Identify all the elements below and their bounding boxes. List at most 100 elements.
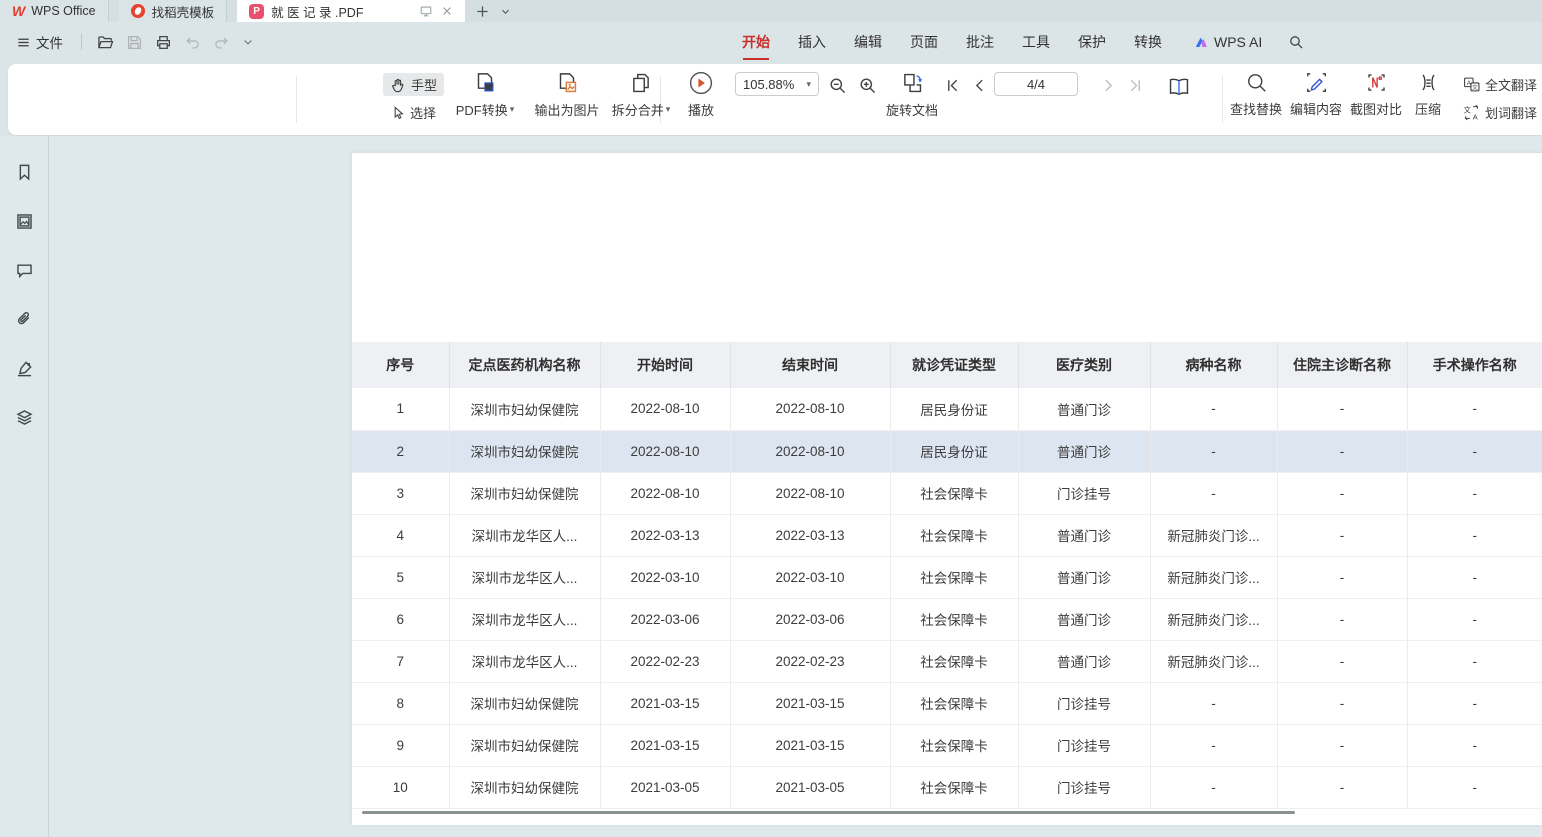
cursor-icon [390,105,405,120]
layers-panel-icon[interactable] [12,405,37,430]
comments-panel-icon[interactable] [12,258,37,283]
table-cell: 社会保障卡 [890,472,1018,514]
open-file-icon[interactable] [94,31,117,54]
col-header-main-diagnosis: 住院主诊断名称 [1277,342,1407,388]
menu-tab-edit[interactable]: 编辑 [847,28,889,56]
menu-search-icon[interactable] [1288,34,1304,50]
menu-tab-page[interactable]: 页面 [903,28,945,56]
table-cell: 深圳市妇幼保健院 [449,766,600,808]
col-header-disease-name: 病种名称 [1150,342,1277,388]
table-cell: - [1407,388,1542,430]
rotate-document-label: 旋转文档 [886,100,938,119]
table-cell: - [1407,640,1542,682]
menu-tab-home[interactable]: 开始 [735,28,777,56]
table-cell: - [1277,472,1407,514]
col-header-credential-type: 就诊凭证类型 [890,342,1018,388]
page-number-input[interactable] [994,72,1078,96]
tab-list-chevron-icon[interactable] [500,6,511,17]
select-tool-button[interactable]: 选择 [383,101,443,124]
table-row: 5深圳市龙华区人...2022-03-102022-03-10社会保障卡普通门诊… [352,556,1542,598]
zoom-out-button[interactable] [826,74,849,97]
table-row: 4深圳市龙华区人...2022-03-132022-03-13社会保障卡普通门诊… [352,514,1542,556]
wps-ai-button[interactable]: WPS AI [1193,34,1262,50]
table-cell: 居民身份证 [890,430,1018,472]
first-page-button[interactable] [942,75,963,96]
table-cell: - [1277,598,1407,640]
table-cell: 居民身份证 [890,388,1018,430]
docer-logo-icon [131,4,145,18]
table-cell: 社会保障卡 [890,682,1018,724]
split-merge-button[interactable]: 拆分合并▾ [602,70,680,119]
svg-text:W: W [486,84,493,92]
undo-icon[interactable] [181,31,204,54]
col-header-start-time: 开始时间 [600,342,730,388]
table-cell: 门诊挂号 [1018,682,1150,724]
file-menu-button[interactable]: 文件 [10,29,69,55]
previous-page-button[interactable] [969,75,990,96]
rotate-document-button[interactable]: 旋转文档 [880,70,944,119]
table-cell: 2022-03-13 [730,514,890,556]
table-cell: 7 [352,640,449,682]
table-cell: 社会保障卡 [890,556,1018,598]
tab-wps-office[interactable]: W WPS Office [0,0,109,22]
divider [296,76,297,123]
table-cell: 深圳市妇幼保健院 [449,388,600,430]
attachments-panel-icon[interactable] [12,307,37,332]
screenshot-compare-button[interactable]: 截图对比 [1348,70,1404,118]
tab-medical-record-pdf[interactable]: P 就 医 记 录 .PDF [237,0,465,22]
pdf-convert-button[interactable]: W PDF转换▾ [446,70,524,119]
find-replace-button[interactable]: 查找替换 [1228,70,1284,118]
menu-tab-tools[interactable]: 工具 [1015,28,1057,56]
next-page-button[interactable] [1098,75,1119,96]
select-tool-label: 选择 [410,103,436,122]
edit-content-button[interactable]: 编辑内容 [1288,70,1344,118]
table-cell: 2021-03-15 [600,682,730,724]
table-cell: 2022-03-10 [600,556,730,598]
zoom-value: 105.88% [743,77,794,92]
new-tab-button[interactable] [475,4,490,19]
save-icon[interactable] [123,31,146,54]
table-cell: 2 [352,430,449,472]
table-cell: 2022-02-23 [600,640,730,682]
table-cell: 2022-08-10 [730,430,890,472]
table-cell: 门诊挂号 [1018,472,1150,514]
file-menu-label: 文件 [36,32,63,52]
chevron-down-icon: ▾ [666,104,671,115]
horizontal-scrollbar-thumb[interactable] [362,811,1295,814]
more-actions-chevron-icon[interactable] [239,33,257,51]
chevron-down-icon: ▾ [510,104,515,115]
word-translate-button[interactable]: 文A 划词翻译 ▾ [1456,101,1542,124]
medical-records-table: 序号 定点医药机构名称 开始时间 结束时间 就诊凭证类型 医疗类别 病种名称 住… [352,342,1542,809]
read-mode-book-icon[interactable] [1164,72,1194,102]
table-cell: - [1150,472,1277,514]
word-translate-label: 划词翻译 [1485,103,1537,122]
redo-icon[interactable] [210,31,233,54]
signature-panel-icon[interactable] [12,356,37,381]
menu-tab-convert[interactable]: 转换 [1127,28,1169,56]
bookmarks-panel-icon[interactable] [12,160,37,185]
window-tab-bar: W WPS Office 找稻壳模板 P 就 医 记 录 .PDF [0,0,1542,22]
table-cell: 社会保障卡 [890,640,1018,682]
full-text-translate-button[interactable]: A文 全文翻译 [1456,73,1542,96]
export-as-image-button[interactable]: 输出为图片 [526,70,608,119]
zoom-in-button[interactable] [856,74,879,97]
hand-tool-button[interactable]: 手型 [383,73,444,96]
print-icon[interactable] [152,31,175,54]
last-page-button[interactable] [1125,75,1146,96]
thumbnails-panel-icon[interactable] [12,209,37,234]
menu-tab-comment[interactable]: 批注 [959,28,1001,56]
table-row: 2深圳市妇幼保健院2022-08-102022-08-10居民身份证普通门诊--… [352,430,1542,472]
menu-tab-insert[interactable]: 插入 [791,28,833,56]
compress-button[interactable]: 压缩 [1406,70,1450,118]
table-cell: 普通门诊 [1018,514,1150,556]
table-cell: 2021-03-15 [730,724,890,766]
menu-tab-protect[interactable]: 保护 [1071,28,1113,56]
tab-docer-templates[interactable]: 找稻壳模板 [119,0,228,22]
table-cell: 新冠肺炎门诊... [1150,640,1277,682]
table-cell: 深圳市妇幼保健院 [449,430,600,472]
close-tab-icon[interactable] [441,5,453,17]
monitor-icon[interactable] [419,4,433,18]
zoom-level-select[interactable]: 105.88% ▾ [735,72,819,96]
play-button[interactable]: 播放 [676,70,726,119]
compress-label: 压缩 [1415,99,1441,118]
